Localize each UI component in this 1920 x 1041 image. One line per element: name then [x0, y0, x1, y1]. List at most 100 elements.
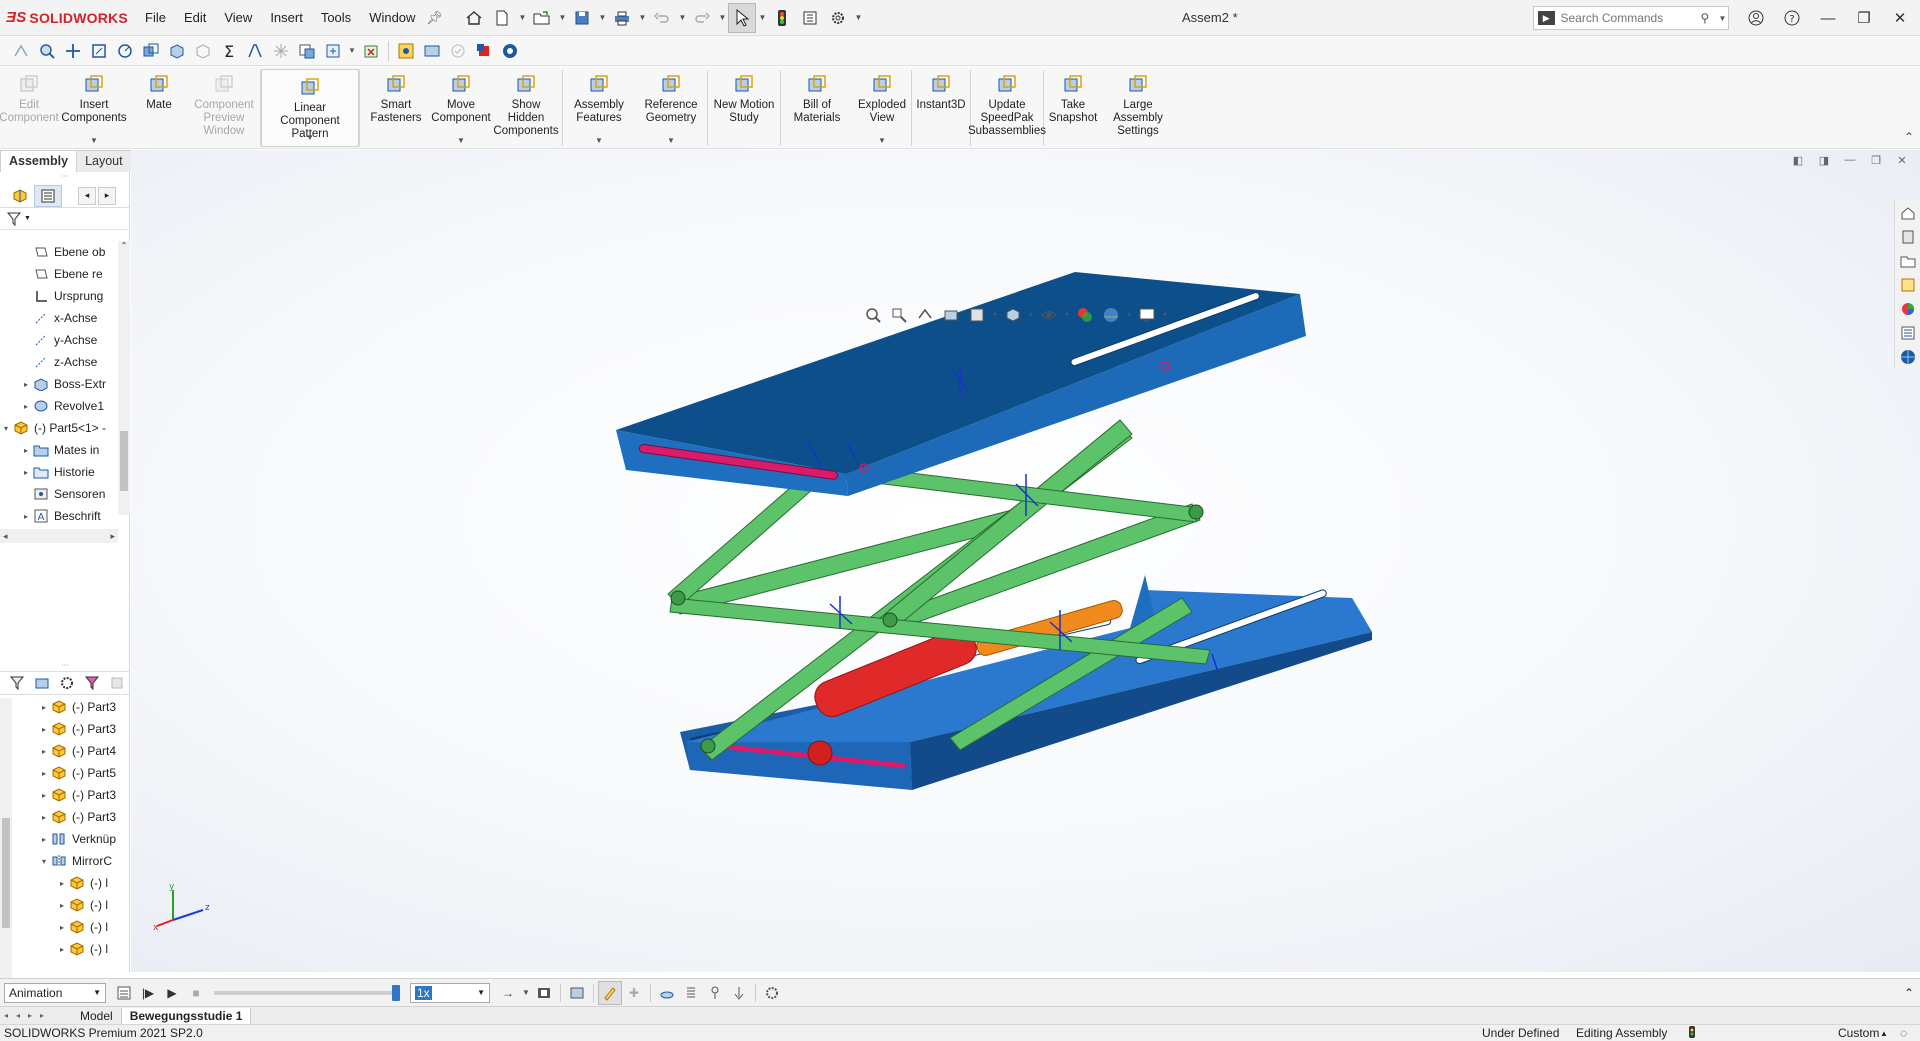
study-type-select[interactable]: Animation ▼ [4, 982, 106, 1003]
measure-icon[interactable] [112, 38, 138, 64]
upper-scrollbar-thumb[interactable] [120, 431, 128, 491]
tree-item[interactable]: z-Achse [0, 351, 118, 373]
graphics-area[interactable]: ▼ ▼ ▼ ▼ ▼ ◧ ◨ — ❐ ✕ x y z [131, 150, 1920, 972]
menu-insert[interactable]: Insert [261, 0, 312, 36]
redo-icon[interactable] [688, 3, 716, 33]
bottom-frame[interactable] [680, 575, 1372, 790]
ribbon-dropdown-caret-icon[interactable]: ▼ [667, 136, 675, 145]
expand-arrow-icon[interactable]: ▸ [20, 402, 32, 411]
forum-globe-icon[interactable] [1897, 346, 1919, 368]
status-help-icon[interactable]: ◌ [1900, 1025, 1907, 1041]
tree-item[interactable]: ▸ (-) l [0, 872, 118, 894]
previous-view-icon[interactable] [912, 302, 938, 328]
solidworks-logo[interactable]: ƎS SOLIDWORKS [0, 9, 136, 26]
section-view-icon[interactable] [938, 302, 964, 328]
sketch-fillet-icon[interactable] [86, 38, 112, 64]
contact-icon[interactable] [703, 981, 727, 1005]
filter-icon[interactable] [6, 211, 24, 227]
gravity-icon[interactable] [727, 981, 751, 1005]
expand-arrow-icon[interactable]: ▸ [38, 703, 50, 712]
tree-item[interactable]: ▾ (-) Part5<1> - [0, 417, 118, 439]
options-gear-icon[interactable] [824, 3, 852, 33]
new-document-icon[interactable] [488, 3, 516, 33]
ribbon-dropdown-caret-icon[interactable]: ▼ [306, 133, 314, 142]
tab-assembly[interactable]: Assembly [0, 150, 78, 172]
unit-system-caret-icon[interactable]: ▲ [1880, 1025, 1888, 1041]
expand-arrow-icon[interactable]: ▸ [38, 747, 50, 756]
tree-item[interactable]: ▸ Revolve1 [0, 395, 118, 417]
tree-item[interactable]: ▾ MirrorC [0, 850, 118, 872]
feature-manager-tab-icon[interactable] [6, 185, 34, 207]
record-icon[interactable] [471, 38, 497, 64]
motor-icon[interactable] [655, 981, 679, 1005]
panel-drag-handle[interactable]: ⋅⋅⋅ [0, 172, 129, 184]
ribbon-insert-components-button[interactable]: Insert Components ▼ [58, 67, 130, 149]
upper-tree-scrollbar[interactable]: ⌃ [118, 241, 130, 515]
search-caret-icon[interactable]: ▼ [1717, 14, 1728, 23]
ribbon-new-motion-study-button[interactable]: New Motion Study [708, 67, 780, 149]
file-properties-icon[interactable] [796, 3, 824, 33]
menu-edit[interactable]: Edit [175, 0, 215, 36]
ribbon-bill-of-materials-button[interactable]: Bill of Materials [781, 67, 853, 149]
stop-icon[interactable]: ■ [184, 981, 208, 1005]
menu-view[interactable]: View [215, 0, 261, 36]
undo-caret-icon[interactable]: ▼ [676, 13, 688, 22]
tree-item[interactable]: ▸ (-) Part3 [0, 696, 118, 718]
tree-item[interactable]: ▸ Historie [0, 461, 118, 483]
tree-filter[interactable]: ▼ [0, 208, 129, 230]
ribbon-dropdown-caret-icon[interactable]: ▼ [878, 136, 886, 145]
expand-arrow-icon[interactable]: ▸ [38, 769, 50, 778]
upper-horizontal-scrollbar[interactable]: ◂ ▸ [0, 529, 118, 543]
expand-arrow-icon[interactable]: ▸ [38, 791, 50, 800]
show-components-icon[interactable] [29, 673, 54, 693]
tree-item[interactable]: ▸ (-) Part3 [0, 718, 118, 740]
zoom-area-icon[interactable] [886, 302, 912, 328]
collapse-arrow-icon[interactable]: ▾ [0, 424, 12, 433]
tree-item[interactable]: Sensoren [0, 483, 118, 505]
ribbon-reference-geometry-button[interactable]: Reference Geometry ▼ [635, 67, 707, 149]
custom-properties-icon[interactable] [1897, 322, 1919, 344]
lower-filter-icon[interactable] [4, 673, 29, 693]
tree-item[interactable]: ▸ Mates in [0, 439, 118, 461]
expand-arrow-icon[interactable]: ▸ [38, 813, 50, 822]
tree-item[interactable]: x-Achse [0, 307, 118, 329]
autokey-icon[interactable] [598, 980, 622, 1005]
lower-color-filter-icon[interactable] [80, 673, 105, 693]
ribbon-exploded-view-button[interactable]: Exploded View ▼ [853, 67, 911, 149]
assembly-visualization-icon[interactable] [294, 38, 320, 64]
search-input[interactable] [1560, 11, 1701, 25]
collapse-arrow-icon[interactable]: ▾ [38, 857, 50, 866]
zoom-to-fit-icon[interactable] [860, 302, 886, 328]
tree-item[interactable]: Ebene ob [0, 241, 118, 263]
menu-window[interactable]: Window [360, 0, 424, 36]
tree-item[interactable]: ▸ (-) l [0, 916, 118, 938]
viewport-restore-icon[interactable]: ❐ [1863, 154, 1889, 172]
tree-item[interactable]: ▸ Verknüp [0, 828, 118, 850]
play-from-start-icon[interactable]: |▶ [136, 981, 160, 1005]
appearances-scenes-icon[interactable] [1897, 298, 1919, 320]
save-animation-icon[interactable] [532, 981, 556, 1005]
tree-item[interactable]: ▸Solid Boc [0, 527, 118, 528]
print-icon[interactable] [608, 3, 636, 33]
hide-show-caret-icon[interactable]: ▼ [1062, 312, 1072, 319]
hscroll-left-icon[interactable]: ◂ [3, 531, 8, 542]
expand-arrow-icon[interactable]: ▸ [56, 901, 68, 910]
hscroll-right-icon[interactable]: ▸ [110, 531, 115, 542]
origin-triad-icon[interactable] [60, 38, 86, 64]
playback-mode-icon[interactable]: → [496, 981, 520, 1005]
sensor-icon[interactable] [268, 38, 294, 64]
property-manager-tab-icon[interactable] [34, 184, 62, 207]
view-settings-icon[interactable] [1134, 302, 1160, 328]
tab-scroll-left-icon[interactable]: ◂ [78, 186, 96, 205]
new-caret-icon[interactable]: ▼ [516, 13, 528, 22]
expand-arrow-icon[interactable]: ▸ [56, 879, 68, 888]
apply-scene-icon[interactable] [1098, 302, 1124, 328]
delete-view-icon[interactable] [358, 38, 384, 64]
sketch-icon[interactable] [8, 38, 34, 64]
tab-first-icon[interactable]: ◂ [0, 1011, 12, 1020]
unit-system[interactable]: Custom [1838, 1025, 1879, 1041]
timeline-slider-knob[interactable] [392, 984, 400, 1001]
ribbon-edit-component-button[interactable]: Edit Component [0, 67, 59, 149]
tab-layout[interactable]: Layout [76, 150, 132, 172]
tree-item[interactable]: ▸ (-) l [0, 894, 118, 916]
